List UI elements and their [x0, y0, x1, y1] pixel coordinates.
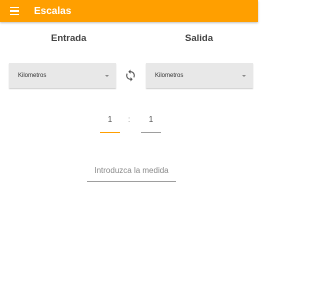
app-bar: Escalas	[0, 0, 258, 22]
output-unit-label: Kilometros	[155, 72, 184, 79]
output-unit-select[interactable]: Kilometros	[146, 63, 253, 88]
output-heading: Salida	[185, 33, 213, 44]
ratio-right-input[interactable]: 1	[141, 113, 161, 133]
input-unit-label: Kilometros	[18, 72, 47, 79]
measure-input[interactable]	[87, 163, 176, 175]
chevron-down-icon	[105, 74, 109, 77]
measure-field[interactable]	[87, 163, 176, 182]
ratio-separator: :	[128, 115, 131, 124]
app-title: Escalas	[34, 5, 72, 17]
input-unit-select[interactable]: Kilometros	[9, 63, 116, 88]
ratio-left-input[interactable]: 1	[100, 113, 120, 133]
input-heading: Entrada	[51, 33, 87, 44]
menu-icon[interactable]	[0, 0, 28, 22]
chevron-down-icon	[242, 74, 246, 77]
swap-icon[interactable]	[124, 69, 137, 82]
